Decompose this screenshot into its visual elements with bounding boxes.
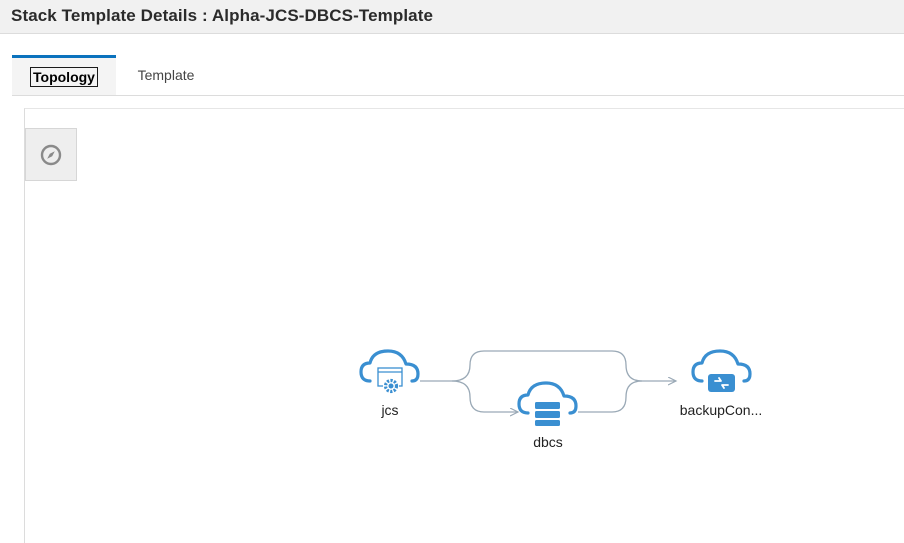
- edge-jcs-dbcs: [451, 380, 518, 412]
- jcs-node-icon[interactable]: [359, 349, 420, 394]
- edge-jcs-backup: [420, 350, 676, 381]
- topology-diagram: [359, 349, 752, 426]
- backup-node-label: backupCon...: [679, 402, 763, 418]
- jcs-node-label: jcs: [381, 402, 399, 418]
- dbcs-node-icon[interactable]: [517, 381, 578, 426]
- edge-dbcs-backup: [578, 380, 643, 413]
- backup-node-icon[interactable]: [691, 349, 752, 392]
- dbcs-node-label: dbcs: [533, 434, 563, 450]
